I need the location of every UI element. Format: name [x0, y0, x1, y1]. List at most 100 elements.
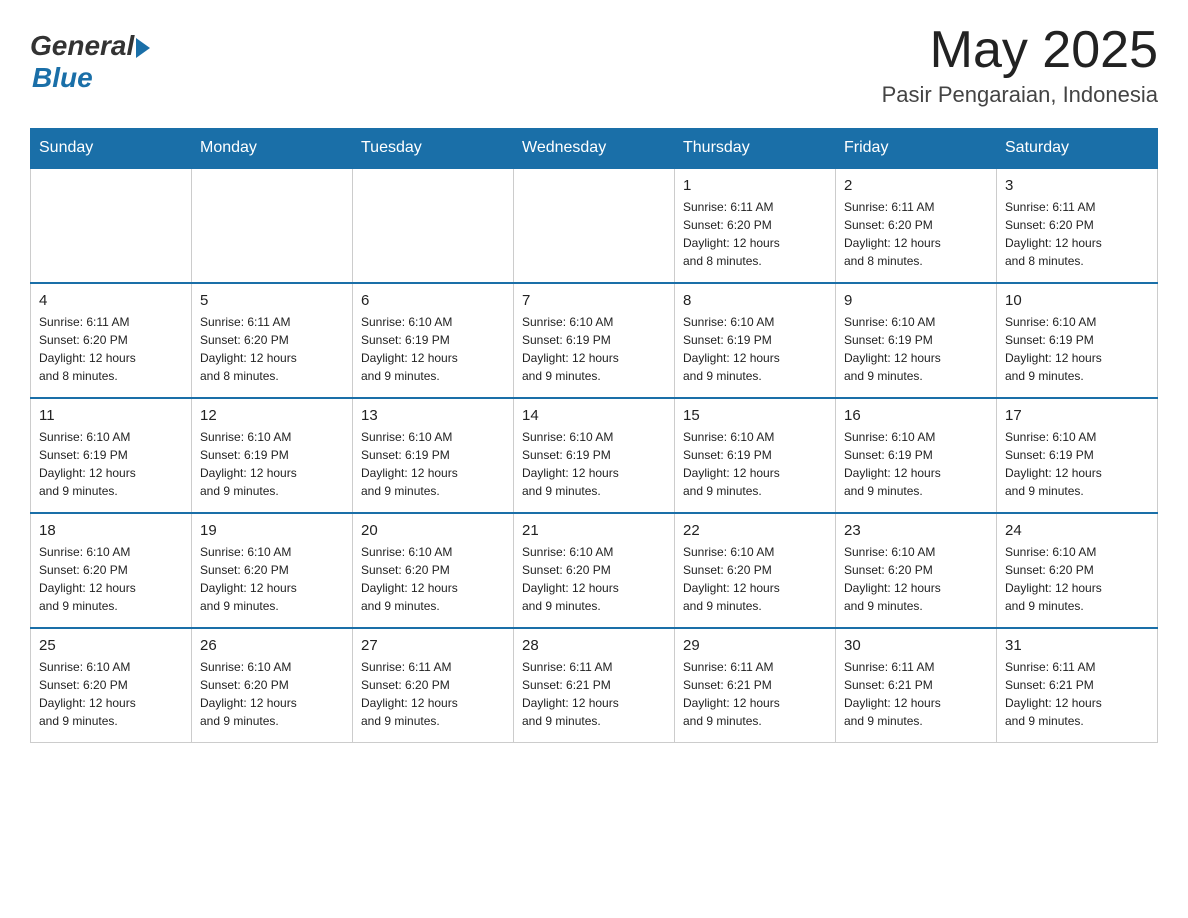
calendar-cell: 29 Sunrise: 6:11 AM Sunset: 6:21 PM Dayli…	[675, 628, 836, 743]
day-info: Sunrise: 6:11 AM Sunset: 6:21 PM Dayligh…	[1005, 658, 1149, 730]
day-info: Sunrise: 6:10 AM Sunset: 6:19 PM Dayligh…	[844, 428, 988, 500]
calendar-cell: 28 Sunrise: 6:11 AM Sunset: 6:21 PM Dayli…	[514, 628, 675, 743]
day-number: 21	[522, 522, 666, 539]
calendar-cell: 4Sunrise: 6:11 AM Sunset: 6:20 PM Daylig…	[31, 283, 192, 398]
day-number: 16	[844, 407, 988, 424]
calendar-cell: 18Sunrise: 6:10 AM Sunset: 6:20 PM Dayli…	[31, 513, 192, 628]
day-number: 26	[200, 637, 344, 654]
day-info: Sunrise: 6:10 AM Sunset: 6:19 PM Dayligh…	[200, 428, 344, 500]
calendar-cell: 23Sunrise: 6:10 AM Sunset: 6:20 PM Dayli…	[836, 513, 997, 628]
logo-general-text: General	[30, 30, 134, 62]
calendar-cell: 14Sunrise: 6:10 AM Sunset: 6:19 PM Dayli…	[514, 398, 675, 513]
calendar-cell	[192, 168, 353, 283]
calendar-cell: 13 Sunrise: 6:10 AM Sunset: 6:19 PM Dayli…	[353, 398, 514, 513]
calendar-cell: 22 Sunrise: 6:10 AM Sunset: 6:20 PM Dayli…	[675, 513, 836, 628]
day-number: 11	[39, 407, 183, 424]
day-info: Sunrise: 6:10 AM Sunset: 6:19 PM Dayligh…	[39, 428, 183, 500]
calendar-cell	[31, 168, 192, 283]
month-title: May 2025	[882, 20, 1158, 80]
header-cell-thursday: Thursday	[675, 129, 836, 169]
day-number: 29	[683, 637, 827, 654]
calendar-cell: 11 Sunrise: 6:10 AM Sunset: 6:19 PM Dayli…	[31, 398, 192, 513]
calendar-cell: 20 Sunrise: 6:10 AM Sunset: 6:20 PM Dayli…	[353, 513, 514, 628]
day-number: 9	[844, 292, 988, 309]
calendar-cell: 21 Sunrise: 6:10 AM Sunset: 6:20 PM Dayli…	[514, 513, 675, 628]
day-info: Sunrise: 6:11 AM Sunset: 6:20 PM Dayligh…	[361, 658, 505, 730]
day-number: 1	[683, 177, 827, 194]
day-number: 8	[683, 292, 827, 309]
calendar-cell: 1 Sunrise: 6:11 AM Sunset: 6:20 PM Daylig…	[675, 168, 836, 283]
calendar-cell: 24 Sunrise: 6:10 AM Sunset: 6:20 PM Dayli…	[997, 513, 1158, 628]
header-cell-sunday: Sunday	[31, 129, 192, 169]
calendar-cell: 25Sunrise: 6:10 AM Sunset: 6:20 PM Dayli…	[31, 628, 192, 743]
logo-arrow-icon	[136, 38, 150, 58]
week-row-4: 18 Sunrise: 6:10 AM Sunset: 6:20 PM Dayli…	[31, 513, 1158, 628]
day-number: 3	[1005, 177, 1149, 194]
day-info: Sunrise: 6:10 AM Sunset: 6:19 PM Dayligh…	[522, 313, 666, 385]
day-info: Sunrise: 6:10 AM Sunset: 6:19 PM Dayligh…	[1005, 313, 1149, 385]
day-info: Sunrise: 6:11 AM Sunset: 6:20 PM Dayligh…	[844, 198, 988, 270]
day-number: 18	[39, 522, 183, 539]
header-cell-monday: Monday	[192, 129, 353, 169]
day-info: Sunrise: 6:11 AM Sunset: 6:20 PM Dayligh…	[683, 198, 827, 270]
calendar-cell: 7Sunrise: 6:10 AM Sunset: 6:19 PM Daylig…	[514, 283, 675, 398]
day-number: 30	[844, 637, 988, 654]
day-info: Sunrise: 6:11 AM Sunset: 6:20 PM Dayligh…	[39, 313, 183, 385]
page-header: General Blue May 2025 Pasir Pengaraian, …	[30, 20, 1158, 108]
calendar-cell: 10Sunrise: 6:10 AM Sunset: 6:19 PM Dayli…	[997, 283, 1158, 398]
day-info: Sunrise: 6:11 AM Sunset: 6:20 PM Dayligh…	[1005, 198, 1149, 270]
day-number: 12	[200, 407, 344, 424]
header-cell-friday: Friday	[836, 129, 997, 169]
day-number: 19	[200, 522, 344, 539]
calendar-cell: 9 Sunrise: 6:10 AM Sunset: 6:19 PM Daylig…	[836, 283, 997, 398]
calendar-cell: 26 Sunrise: 6:10 AM Sunset: 6:20 PM Dayli…	[192, 628, 353, 743]
week-row-3: 11 Sunrise: 6:10 AM Sunset: 6:19 PM Dayli…	[31, 398, 1158, 513]
day-info: Sunrise: 6:10 AM Sunset: 6:20 PM Dayligh…	[39, 658, 183, 730]
day-number: 22	[683, 522, 827, 539]
week-row-5: 25Sunrise: 6:10 AM Sunset: 6:20 PM Dayli…	[31, 628, 1158, 743]
day-info: Sunrise: 6:10 AM Sunset: 6:20 PM Dayligh…	[683, 543, 827, 615]
header-cell-wednesday: Wednesday	[514, 129, 675, 169]
calendar-cell: 12 Sunrise: 6:10 AM Sunset: 6:19 PM Dayli…	[192, 398, 353, 513]
calendar-table: SundayMondayTuesdayWednesdayThursdayFrid…	[30, 128, 1158, 743]
calendar-cell: 5 Sunrise: 6:11 AM Sunset: 6:20 PM Daylig…	[192, 283, 353, 398]
day-number: 24	[1005, 522, 1149, 539]
day-number: 13	[361, 407, 505, 424]
logo-blue-text: Blue	[32, 62, 150, 94]
day-number: 15	[683, 407, 827, 424]
logo: General Blue	[30, 30, 150, 94]
day-info: Sunrise: 6:10 AM Sunset: 6:19 PM Dayligh…	[361, 313, 505, 385]
day-info: Sunrise: 6:11 AM Sunset: 6:20 PM Dayligh…	[200, 313, 344, 385]
calendar-cell	[353, 168, 514, 283]
week-row-2: 4Sunrise: 6:11 AM Sunset: 6:20 PM Daylig…	[31, 283, 1158, 398]
day-number: 5	[200, 292, 344, 309]
day-number: 2	[844, 177, 988, 194]
calendar-cell: 31Sunrise: 6:11 AM Sunset: 6:21 PM Dayli…	[997, 628, 1158, 743]
calendar-cell: 19 Sunrise: 6:10 AM Sunset: 6:20 PM Dayli…	[192, 513, 353, 628]
day-info: Sunrise: 6:11 AM Sunset: 6:21 PM Dayligh…	[522, 658, 666, 730]
calendar-cell: 6Sunrise: 6:10 AM Sunset: 6:19 PM Daylig…	[353, 283, 514, 398]
day-info: Sunrise: 6:10 AM Sunset: 6:19 PM Dayligh…	[361, 428, 505, 500]
day-info: Sunrise: 6:10 AM Sunset: 6:19 PM Dayligh…	[844, 313, 988, 385]
day-number: 17	[1005, 407, 1149, 424]
calendar-cell: 15Sunrise: 6:10 AM Sunset: 6:19 PM Dayli…	[675, 398, 836, 513]
day-number: 27	[361, 637, 505, 654]
day-number: 20	[361, 522, 505, 539]
location-title: Pasir Pengaraian, Indonesia	[882, 82, 1158, 108]
day-info: Sunrise: 6:10 AM Sunset: 6:20 PM Dayligh…	[522, 543, 666, 615]
calendar-cell: 3 Sunrise: 6:11 AM Sunset: 6:20 PM Daylig…	[997, 168, 1158, 283]
day-number: 14	[522, 407, 666, 424]
day-info: Sunrise: 6:10 AM Sunset: 6:20 PM Dayligh…	[200, 543, 344, 615]
calendar-cell: 17 Sunrise: 6:10 AM Sunset: 6:19 PM Dayli…	[997, 398, 1158, 513]
header-row: SundayMondayTuesdayWednesdayThursdayFrid…	[31, 129, 1158, 169]
day-info: Sunrise: 6:10 AM Sunset: 6:19 PM Dayligh…	[1005, 428, 1149, 500]
calendar-cell: 16 Sunrise: 6:10 AM Sunset: 6:19 PM Dayli…	[836, 398, 997, 513]
day-info: Sunrise: 6:10 AM Sunset: 6:20 PM Dayligh…	[1005, 543, 1149, 615]
header-cell-tuesday: Tuesday	[353, 129, 514, 169]
calendar-cell: 30Sunrise: 6:11 AM Sunset: 6:21 PM Dayli…	[836, 628, 997, 743]
day-info: Sunrise: 6:10 AM Sunset: 6:20 PM Dayligh…	[361, 543, 505, 615]
day-info: Sunrise: 6:10 AM Sunset: 6:20 PM Dayligh…	[200, 658, 344, 730]
day-info: Sunrise: 6:10 AM Sunset: 6:20 PM Dayligh…	[844, 543, 988, 615]
day-number: 28	[522, 637, 666, 654]
day-info: Sunrise: 6:11 AM Sunset: 6:21 PM Dayligh…	[683, 658, 827, 730]
